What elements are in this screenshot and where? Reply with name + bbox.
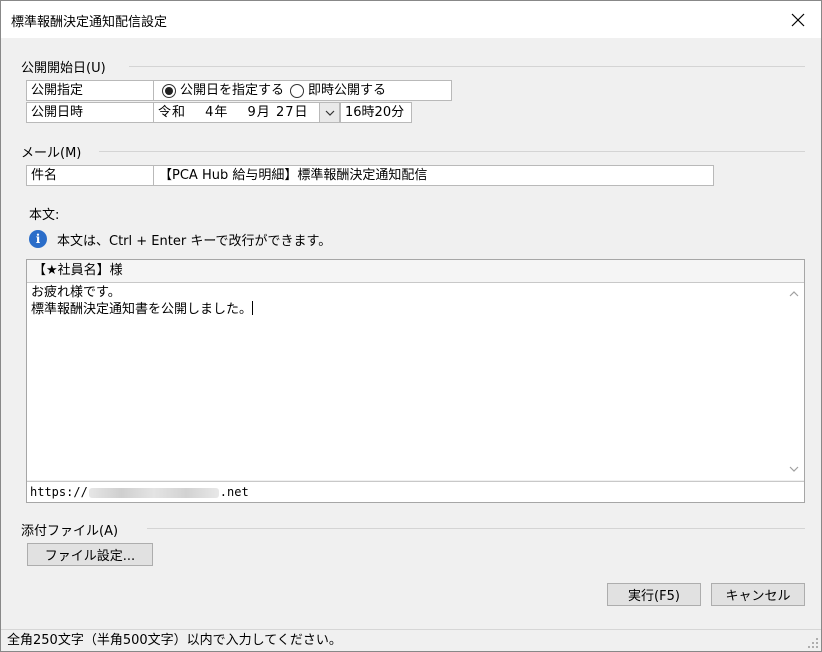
footer-url-suffix: .net (219, 485, 249, 499)
radio-immediate[interactable]: 即時公開する (290, 81, 386, 100)
radio-immediate-indicator (290, 83, 305, 98)
subject-input[interactable]: 【PCA Hub 給与明細】標準報酬決定通知配信 (153, 165, 714, 186)
body-text-line1: お疲れ様です。 (31, 285, 121, 300)
publish-section-divider (129, 66, 805, 67)
body-footer-url: https:// .net (27, 481, 804, 502)
text-cursor (252, 301, 254, 315)
mail-section-label: メール(M) (21, 146, 82, 161)
body-text-line2: 標準報酬決定通知書を公開しました。 (31, 302, 253, 317)
chevron-up-icon (789, 291, 799, 297)
mail-section-divider (99, 151, 805, 152)
file-settings-button[interactable]: ファイル設定... (27, 543, 153, 566)
status-bar: 全角250文字（半角500文字）以内で入力してください。 (1, 629, 821, 651)
body-scrollbar[interactable] (784, 283, 804, 480)
title-bar: 標準報酬決定通知配信設定 (1, 1, 821, 38)
body-textarea[interactable]: お疲れ様です。 標準報酬決定通知書を公開しました。 (27, 283, 804, 480)
attachment-section-divider (147, 528, 805, 529)
radio-specify-date[interactable]: 公開日を指定する (162, 81, 284, 100)
close-icon (791, 13, 805, 26)
publish-datetime-label: 公開日時 (26, 102, 154, 123)
radio-immediate-label: 即時公開する (308, 83, 387, 98)
publish-section-label: 公開開始日(U) (21, 61, 106, 76)
radio-specify-date-label: 公開日を指定する (180, 83, 285, 98)
info-icon: i (29, 230, 47, 248)
publish-time-input[interactable]: 16時20分 (340, 102, 412, 123)
publish-date-picker[interactable]: 令和 4年 9月 27日 (153, 102, 340, 123)
scroll-down-button[interactable] (787, 462, 801, 476)
body-editor: 【★社員名】様 お疲れ様です。 標準報酬決定通知書を公開しました。 https:… (26, 259, 805, 503)
status-text: 全角250文字（半角500文字）以内で入力してください。 (7, 633, 342, 648)
body-info-text: 本文は、Ctrl + Enter キーで改行ができます。 (57, 233, 332, 249)
cancel-button[interactable]: キャンセル (711, 583, 805, 606)
scroll-up-button[interactable] (787, 287, 801, 301)
dialog-window: 標準報酬決定通知配信設定 公開開始日(U) 公開指定 公開日を指定する 即時公開… (0, 0, 822, 652)
window-title: 標準報酬決定通知配信設定 (11, 15, 168, 30)
subject-label: 件名 (26, 165, 154, 186)
chevron-down-icon (789, 466, 799, 472)
footer-url-prefix: https:// (30, 485, 88, 499)
attachment-section-label: 添付ファイル(A) (21, 524, 119, 539)
execute-button[interactable]: 実行(F5) (607, 583, 701, 606)
publish-date-value: 令和 4年 9月 27日 (158, 105, 309, 120)
redacted-url-mask (88, 487, 219, 498)
resize-grip-icon[interactable] (807, 637, 819, 649)
publish-spec-label: 公開指定 (26, 80, 154, 101)
chevron-down-icon (325, 110, 334, 116)
body-label: 本文: (29, 208, 60, 223)
date-dropdown-button[interactable] (319, 103, 339, 122)
publish-spec-radio-group: 公開日を指定する 即時公開する (153, 80, 452, 101)
body-header-greeting: 【★社員名】様 (27, 260, 804, 283)
body-info-row: i 本文は、Ctrl + Enter キーで改行ができます。 (29, 229, 331, 249)
radio-specify-date-indicator (162, 83, 176, 98)
close-button[interactable] (775, 1, 821, 38)
